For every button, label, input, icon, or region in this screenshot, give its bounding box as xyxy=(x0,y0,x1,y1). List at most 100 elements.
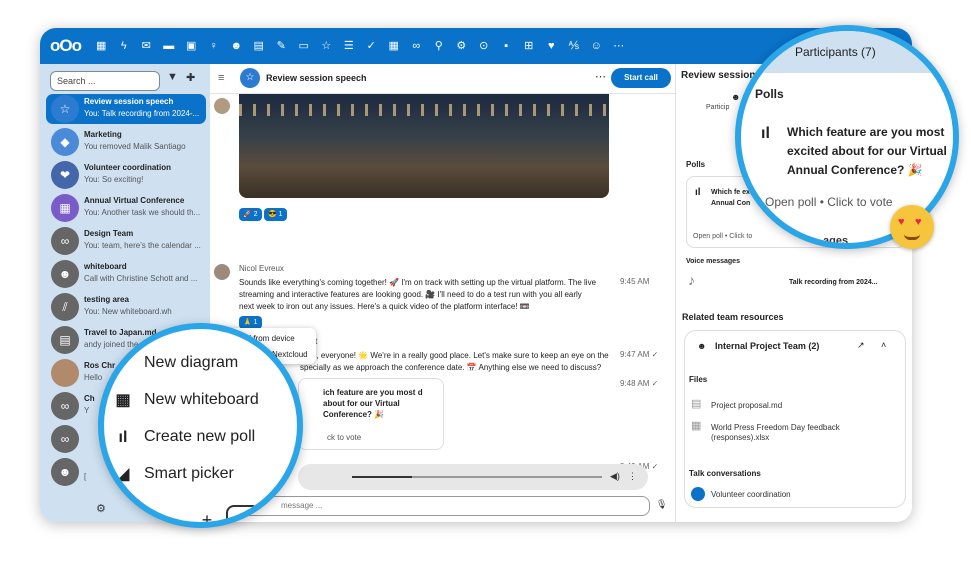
participants-count[interactable]: Participants (7) xyxy=(795,45,876,59)
filter-icon[interactable]: ▼ xyxy=(167,71,178,83)
more-options-icon[interactable]: ⋮ xyxy=(628,471,637,482)
talk-conversation-item[interactable]: Volunteer coordination xyxy=(711,490,791,499)
app-icon[interactable]: ⊙ xyxy=(473,28,496,64)
smile-shape xyxy=(904,234,920,240)
message-text: Sounds like everything's coming together… xyxy=(239,278,597,311)
collapse-sidebar-icon[interactable]: ≡ xyxy=(218,72,224,84)
team-name: Internal Project Team (2) xyxy=(715,341,820,351)
volume-icon[interactable]: ◀) xyxy=(610,471,620,482)
diagram-icon xyxy=(114,355,132,373)
message-time: 9:48 AM ✓ xyxy=(620,379,659,388)
conversation-avatar: ☆ xyxy=(240,68,260,88)
app-icon[interactable]: ♀ xyxy=(203,28,226,64)
smart-picker-icon: ◢ xyxy=(116,466,130,483)
open-external-icon[interactable]: ↗ xyxy=(857,340,865,351)
file-item[interactable]: World Press Freedom Day feedback (respon… xyxy=(711,423,881,443)
app-icon[interactable]: ☺ xyxy=(585,28,608,64)
menu-item-new-diagram[interactable]: New diagram xyxy=(114,351,297,381)
conversation-item[interactable]: ☆ Review session speech You: Talk recordin… xyxy=(46,94,206,124)
app-icon[interactable]: ▪ xyxy=(495,28,518,64)
poll-question: ich feature are you most d about for our… xyxy=(323,388,423,419)
message-input[interactable]: message ... xyxy=(220,496,650,516)
conversation-avatar xyxy=(51,359,79,387)
poll-card[interactable]: ich feature are you most d about for our… xyxy=(298,378,444,450)
app-icon[interactable]: ☰ xyxy=(338,28,361,64)
app-icon[interactable]: ✉ xyxy=(135,28,158,64)
more-options-icon[interactable]: ⋯ xyxy=(595,70,606,83)
conversation-avatar: ▤ xyxy=(51,326,79,354)
chevron-up-icon[interactable]: ˄ xyxy=(881,340,886,350)
menu-item-new-whiteboard[interactable]: ▦ New whiteboard xyxy=(114,388,297,418)
heart-eye-icon: ♥ xyxy=(898,216,905,228)
app-icon[interactable]: ⚙ xyxy=(450,28,473,64)
menu-label: Smart picker xyxy=(144,465,234,482)
poll-icon: ıl xyxy=(761,125,770,142)
conversation-name: Annual Virtual Conference xyxy=(84,196,185,205)
app-icon[interactable]: ♥ xyxy=(540,28,563,64)
new-conversation-icon[interactable]: ✚ xyxy=(186,71,195,84)
poll-question[interactable]: Which feature are you most excited about… xyxy=(787,123,953,180)
settings-gear-icon[interactable]: ⚙ xyxy=(96,502,106,515)
file-icon: ▤ xyxy=(691,398,702,410)
add-attachment-button[interactable]: + xyxy=(194,507,220,522)
participants-header: Participants (7) xyxy=(741,31,953,73)
menu-item-smart-picker[interactable]: ◢ Smart picker xyxy=(114,462,297,492)
app-icon[interactable]: ⊞ xyxy=(518,28,541,64)
voice-messages-heading: Voice messages xyxy=(686,258,740,265)
conversation-item[interactable]: ∞ Design Team You: team, here's the calend… xyxy=(46,226,206,256)
voice-message-player[interactable]: ◀) ⋮ xyxy=(298,464,648,490)
reaction-badge[interactable]: 🚀 2 xyxy=(239,208,262,221)
app-icon[interactable]: ∞ xyxy=(405,28,428,64)
conversation-name: Volunteer coordination xyxy=(84,163,171,172)
app-icon[interactable]: ▬ xyxy=(158,28,181,64)
conversation-avatar: ❤ xyxy=(51,161,79,189)
app-icon[interactable]: ⚲ xyxy=(428,28,451,64)
app-icon[interactable]: ✓ xyxy=(360,28,383,64)
voice-recording-name[interactable]: Talk recording from 2024... xyxy=(789,279,878,286)
conversation-name: whiteboard xyxy=(84,262,127,271)
heart-eyes-emoji-icon: ♥ ♥ xyxy=(890,205,934,249)
message-time: 9:45 AM xyxy=(620,277,650,286)
conversation-name: Design Team xyxy=(84,229,134,238)
app-icon[interactable]: ▭ xyxy=(293,28,316,64)
poll-icon: ıl xyxy=(695,187,701,198)
sender-avatar xyxy=(214,98,230,114)
conversation-item[interactable]: ▦ Annual Virtual Conference You: Another t… xyxy=(46,193,206,223)
conversation-item[interactable]: ◆ Marketing You removed Malik Santiago xyxy=(46,127,206,157)
reaction-badge[interactable]: 😎 1 xyxy=(264,208,287,221)
search-input[interactable]: Search ... xyxy=(50,71,160,91)
poll-status[interactable]: Open poll • Click to vote xyxy=(765,195,893,209)
app-icon[interactable]: ▦ xyxy=(90,28,113,64)
app-icon[interactable]: ϟ xyxy=(113,28,136,64)
app-icon[interactable]: ⋯ xyxy=(608,28,631,64)
team-resources-card: ☻ Internal Project Team (2) ↗ ˄ Files ▤ … xyxy=(684,330,906,508)
nextcloud-logo[interactable]: oOo xyxy=(50,36,90,56)
app-icon[interactable]: ▦ xyxy=(383,28,406,64)
nicole-avatar xyxy=(214,264,230,280)
menu-label: New diagram xyxy=(144,354,239,371)
conversation-item[interactable]: ❤ Volunteer coordination You: So exciting! xyxy=(46,160,206,190)
conversation-item[interactable]: ☻ whiteboard Call with Christine Schott an… xyxy=(46,259,206,289)
menu-item-create-new-poll[interactable]: ıl Create new poll xyxy=(114,425,297,455)
file-item[interactable]: Project proposal.md xyxy=(711,401,881,411)
emoji-button[interactable]: ☺ xyxy=(226,505,260,522)
app-icon[interactable]: ⅍ xyxy=(563,28,586,64)
shared-photo[interactable] xyxy=(239,94,609,198)
app-icon[interactable]: ✎ xyxy=(270,28,293,64)
app-icon[interactable]: ▤ xyxy=(248,28,271,64)
conversation-item[interactable]: ⫽ testing area You: New whiteboard.wh xyxy=(46,292,206,322)
app-icon[interactable]: ☻ xyxy=(225,28,248,64)
conversation-last-message: You: Talk recording from 2024-... xyxy=(84,109,200,118)
conversation-avatar: ▦ xyxy=(51,194,79,222)
poll-status: Open poll • Click to xyxy=(693,233,753,240)
conversation-last-message: You removed Malik Santiago xyxy=(84,142,186,151)
conversation-avatar: ∞ xyxy=(51,392,79,420)
start-call-button[interactable]: Start call xyxy=(611,68,671,88)
voice-progress-track[interactable] xyxy=(352,476,602,478)
app-icon[interactable]: ▣ xyxy=(180,28,203,64)
conversation-avatar: ☆ xyxy=(51,95,79,123)
app-icon[interactable]: ☆ xyxy=(315,28,338,64)
microphone-icon[interactable]: 🎙 xyxy=(656,499,667,510)
conversation-last-message: You: New whiteboard.wh xyxy=(84,307,172,316)
participants-tab[interactable]: Particip xyxy=(706,104,729,111)
